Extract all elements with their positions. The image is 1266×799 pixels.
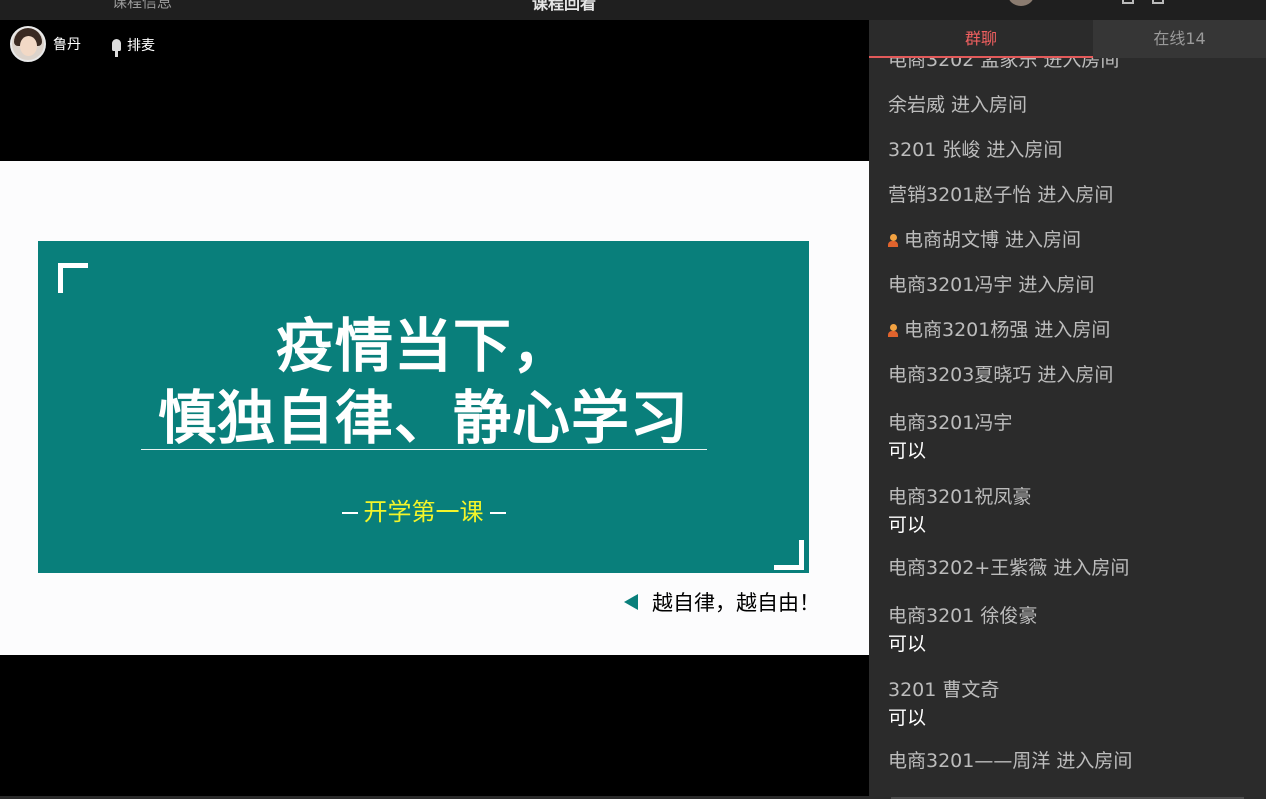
chat-tabs: 群聊 在线14 bbox=[869, 20, 1266, 58]
chat-message: 3201 张峻 进入房间 bbox=[888, 128, 1248, 173]
corner-bracket-bottom-right bbox=[774, 540, 804, 570]
title-bar: 课程信息 课程回看 bbox=[0, 0, 1266, 20]
slide-title-line-2: 慎独自律、静心学习 bbox=[157, 384, 689, 452]
window-title: 课程回看 bbox=[532, 0, 597, 13]
chat-sender: 3201 曹文奇 bbox=[888, 679, 1000, 701]
join-notice: 3201 张峻 进入房间 bbox=[888, 139, 1063, 161]
teacher-avatar bbox=[10, 26, 46, 62]
chat-reply: 可以 bbox=[888, 633, 927, 655]
chat-message: 电商3201 徐俊豪 可以 bbox=[888, 591, 1248, 665]
join-notice: 电商3202+王紫薇 进入房间 bbox=[888, 557, 1130, 579]
chat-message: 余岩威 进入房间 bbox=[888, 83, 1248, 128]
slide-title-line-1: 疫情当下， bbox=[275, 312, 571, 380]
join-notice: 电商3201冯宇 进入房间 bbox=[888, 274, 1095, 296]
chat-sender: 电商3201 徐俊豪 bbox=[888, 605, 1038, 627]
join-notice: 电商3201杨强 进入房间 bbox=[904, 319, 1111, 341]
chat-message: 电商3201祝凤豪 可以 bbox=[888, 472, 1248, 546]
teacher-name: 鲁丹 bbox=[53, 37, 81, 53]
student-role-icon bbox=[888, 324, 898, 337]
chat-message: 电商3202+王紫薇 进入房间 bbox=[888, 546, 1248, 591]
join-notice: 电商胡文博 进入房间 bbox=[904, 229, 1082, 251]
video-stage: 鲁丹 排麦 疫情当下， 慎独自律、静心学习 开学第一课 越自律，越自由！ bbox=[0, 20, 869, 799]
join-notice: 电商3203夏晓巧 进入房间 bbox=[888, 364, 1114, 386]
chat-reply: 可以 bbox=[888, 707, 927, 729]
join-notice: 电商3201——周洋 进入房间 bbox=[888, 750, 1133, 772]
chat-message: 电商3201冯宇 进入房间 bbox=[888, 263, 1248, 308]
chat-sender: 电商3201冯宇 bbox=[888, 412, 1013, 434]
slide-tagline-text: 越自律，越自由！ bbox=[652, 591, 820, 615]
presentation-slide: 疫情当下， 慎独自律、静心学习 开学第一课 越自律，越自由！ bbox=[0, 161, 869, 655]
join-notice: 余岩威 进入房间 bbox=[888, 94, 1028, 116]
chat-message: 3201 曹文奇 可以 bbox=[888, 665, 1248, 739]
slide-subtitle: 开学第一课 bbox=[38, 495, 809, 529]
queue-mic-button[interactable]: 排麦 bbox=[112, 35, 155, 57]
slide-subtitle-text: 开学第一课 bbox=[363, 498, 484, 526]
student-role-icon bbox=[888, 234, 898, 247]
microphone-icon bbox=[112, 39, 121, 57]
slide-title-panel: 疫情当下， 慎独自律、静心学习 开学第一课 bbox=[38, 241, 809, 573]
tab-online-users[interactable]: 在线14 bbox=[1093, 20, 1266, 58]
chat-panel: 群聊 在线14 电商3202 孟家乐 进入房间余岩威 进入房间 3201 张峻 进… bbox=[869, 20, 1266, 799]
restore-icon[interactable] bbox=[1152, 0, 1164, 4]
corner-bracket-top-left bbox=[58, 263, 88, 293]
chat-reply: 可以 bbox=[888, 514, 927, 536]
minimize-icon[interactable] bbox=[1122, 0, 1134, 4]
window-left-caption: 课程信息 bbox=[112, 0, 173, 11]
chat-message: 电商3201杨强 进入房间 bbox=[888, 308, 1248, 353]
chat-sender: 电商3201祝凤豪 bbox=[888, 486, 1032, 508]
join-notice: 营销3201赵子怡 进入房间 bbox=[888, 184, 1114, 206]
teacher-info: 鲁丹 bbox=[10, 26, 81, 62]
queue-mic-label: 排麦 bbox=[127, 38, 155, 54]
chat-message-list[interactable]: 电商3202 孟家乐 进入房间余岩威 进入房间 3201 张峻 进入房间营销320… bbox=[869, 58, 1266, 799]
chat-message: 营销3201赵子怡 进入房间 bbox=[888, 173, 1248, 218]
slide-tagline: 越自律，越自由！ bbox=[624, 587, 820, 617]
chat-message: 电商3201——周洋 进入房间 bbox=[888, 739, 1248, 784]
chat-message: 电商胡文博 进入房间 bbox=[888, 218, 1248, 263]
slide-divider bbox=[141, 449, 707, 450]
chat-reply: 可以 bbox=[888, 440, 927, 462]
triangle-left-icon bbox=[624, 594, 638, 610]
chat-message: 电商3202 孟家乐 进入房间 bbox=[888, 58, 1248, 83]
tab-group-chat[interactable]: 群聊 bbox=[869, 20, 1093, 58]
chat-message: 电商3201冯宇 可以 bbox=[888, 398, 1248, 472]
chat-message: 电商3203夏晓巧 进入房间 bbox=[888, 353, 1248, 398]
user-avatar[interactable] bbox=[1008, 0, 1034, 6]
join-notice: 电商3202 孟家乐 进入房间 bbox=[888, 58, 1120, 71]
